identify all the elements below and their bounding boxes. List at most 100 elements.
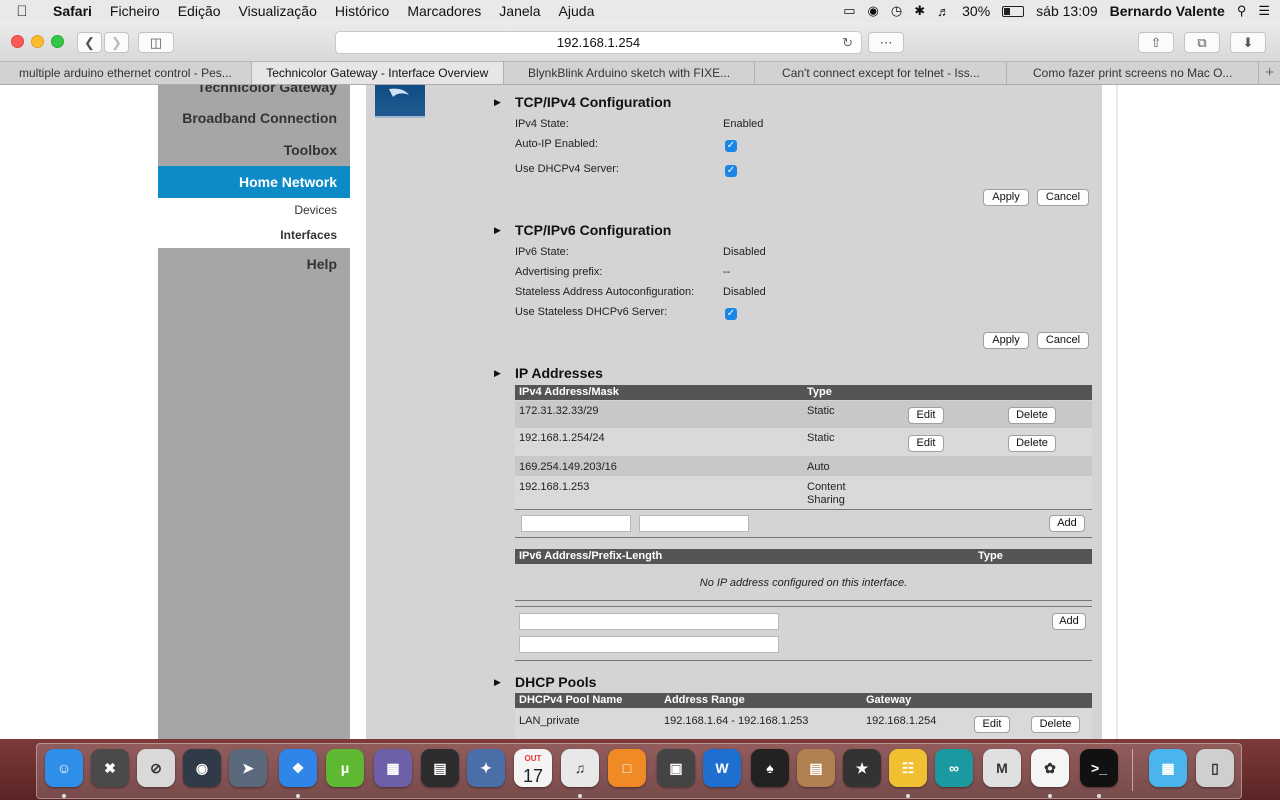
battery-icon[interactable] <box>1002 5 1025 17</box>
tab-telnet[interactable]: Can't connect except for telnet - Iss... <box>755 62 1008 84</box>
tab-print-screens[interactable]: Como fazer print screens no Mac O... <box>1007 62 1260 84</box>
ipv4-apply-button[interactable]: Apply <box>983 189 1029 206</box>
forward-button[interactable]: ❯ <box>104 32 129 53</box>
ipv4-cancel-button[interactable]: Cancel <box>1037 189 1089 206</box>
column-header-type: Type <box>807 386 832 398</box>
itunes-icon[interactable]: ♫ <box>561 749 599 787</box>
delete-button[interactable]: Delete <box>1031 716 1080 733</box>
menu-ficheiro[interactable]: Ficheiro <box>101 3 169 19</box>
delete-button[interactable]: Delete <box>1008 407 1056 424</box>
safari-icon[interactable]: ❖ <box>279 749 317 787</box>
delete-button[interactable]: Delete <box>1008 435 1056 452</box>
sidebar-item-broadband[interactable]: Broadband Connection <box>182 110 337 126</box>
table-row: 172.31.32.33/29 Static <box>515 401 1092 428</box>
auto-ip-checkbox[interactable]: ✓ <box>725 140 737 152</box>
dhcpv6-checkbox[interactable]: ✓ <box>725 308 737 320</box>
volume-icon[interactable]: ♬ <box>937 4 950 19</box>
dhcpv4-checkbox[interactable]: ✓ <box>725 165 737 177</box>
folder-icon[interactable]: ▦ <box>1149 749 1187 787</box>
menu-marcadores[interactable]: Marcadores <box>398 3 490 19</box>
edit-button[interactable]: Edit <box>908 435 944 452</box>
archive-icon[interactable]: ▤ <box>797 749 835 787</box>
address-range-cell: 192.168.1.64 - 192.168.1.253 <box>664 715 809 727</box>
calendar-icon[interactable]: OUT 17 <box>514 749 552 787</box>
menu-janela[interactable]: Janela <box>490 3 549 19</box>
time-machine-icon[interactable]: ◷ <box>891 3 902 19</box>
reload-icon[interactable]: ↻ <box>842 32 853 53</box>
new-ipv6-prefix-input[interactable] <box>519 636 779 653</box>
airplay-icon[interactable]: ▭ <box>843 3 855 19</box>
preview-icon[interactable]: ✦ <box>467 749 505 787</box>
top-sites-button[interactable]: ⋯ <box>868 32 904 53</box>
back-button[interactable]: ❮ <box>77 32 102 53</box>
close-window-button[interactable] <box>11 35 24 48</box>
ipv6-apply-button[interactable]: Apply <box>983 332 1029 349</box>
menu-edicao[interactable]: Edição <box>169 3 230 19</box>
expand-arrow-icon[interactable]: ▶ <box>494 225 501 236</box>
tab-arduino-ethernet[interactable]: multiple arduino ethernet control - Pes.… <box>0 62 252 84</box>
stickies-icon[interactable]: ☷ <box>889 749 927 787</box>
blocker-icon[interactable]: ⊘ <box>137 749 175 787</box>
address-bar[interactable]: 192.168.1.254 ↻ <box>335 31 862 54</box>
user-name[interactable]: Bernardo Valente <box>1110 3 1225 19</box>
photobooth-icon[interactable]: ▣ <box>657 749 695 787</box>
sidebar-item-toolbox[interactable]: Toolbox <box>284 142 337 158</box>
ibooks-icon[interactable]: □ <box>608 749 646 787</box>
notification-center-icon[interactable]: ☰ <box>1258 3 1270 19</box>
launchpad-icon[interactable]: ➤ <box>229 749 267 787</box>
stack-icon[interactable]: ▦ <box>374 749 412 787</box>
bluetooth-icon[interactable]: ✱ <box>914 3 925 19</box>
gps-icon[interactable]: ✖ <box>91 749 129 787</box>
new-tab-button[interactable]: + <box>1259 62 1280 84</box>
tab-blynkblink[interactable]: BlynkBlink Arduino sketch with FIXE... <box>504 62 756 84</box>
sidebar-item-home-network[interactable]: Home Network <box>158 166 350 198</box>
ipv4-table-header: IPv4 Address/Mask Type <box>515 385 1092 400</box>
expand-arrow-icon[interactable]: ▶ <box>494 368 501 379</box>
menu-ajuda[interactable]: Ajuda <box>550 3 604 19</box>
new-ipv4-mask-input[interactable] <box>639 515 749 532</box>
activity-icon[interactable]: ▤ <box>421 749 459 787</box>
new-ipv6-address-input[interactable] <box>519 613 779 630</box>
menu-safari[interactable]: Safari <box>44 3 101 19</box>
new-ipv4-address-input[interactable] <box>521 515 631 532</box>
sidebar-toggle-button[interactable]: ◫ <box>138 32 174 53</box>
sidebar-item-help[interactable]: Help <box>307 256 337 272</box>
wifi-diag-icon[interactable]: ◉ <box>183 749 221 787</box>
battery-percent[interactable]: 30% <box>962 3 990 19</box>
ipv4-section-title: TCP/IPv4 Configuration <box>515 94 672 110</box>
downloads-button[interactable]: ⬇ <box>1230 32 1266 53</box>
ipv6-add-button[interactable]: Add <box>1052 613 1086 630</box>
ipv6-cancel-button[interactable]: Cancel <box>1037 332 1089 349</box>
trash-icon[interactable]: ▯ <box>1196 749 1234 787</box>
ipv4-add-button[interactable]: Add <box>1049 515 1085 532</box>
pkr-icon[interactable]: ♠ <box>751 749 789 787</box>
fullscreen-window-button[interactable] <box>51 35 64 48</box>
tab-technicolor-gateway[interactable]: Technicolor Gateway - Interface Overview <box>251 62 504 84</box>
menu-visualizacao[interactable]: Visualização <box>230 3 326 19</box>
expand-arrow-icon[interactable]: ▶ <box>494 677 501 688</box>
minimize-window-button[interactable] <box>31 35 44 48</box>
edit-button[interactable]: Edit <box>974 716 1010 733</box>
mamp-icon[interactable]: M <box>983 749 1021 787</box>
edit-button[interactable]: Edit <box>908 407 944 424</box>
apple-menu-icon[interactable]:  <box>0 3 44 20</box>
sidebar-item-devices[interactable]: Devices <box>158 198 350 223</box>
wifi-icon[interactable]: ◉ <box>868 3 879 19</box>
arduino-icon[interactable]: ∞ <box>935 749 973 787</box>
terminal-icon[interactable]: >_ <box>1080 749 1118 787</box>
imovie-icon[interactable]: ★ <box>843 749 881 787</box>
column-header-address-range: Address Range <box>664 694 745 706</box>
sidebar-item-technicolor-gateway[interactable]: Technicolor Gateway <box>197 85 337 95</box>
sidebar-item-interfaces[interactable]: Interfaces <box>158 223 350 248</box>
expand-arrow-icon[interactable]: ▶ <box>494 97 501 108</box>
spotlight-search-icon[interactable]: ⚲ <box>1237 3 1247 19</box>
clock[interactable]: sáb 13:09 <box>1036 3 1098 19</box>
share-button[interactable]: ⇧ <box>1138 32 1174 53</box>
tab-overview-button[interactable]: ⧉ <box>1184 32 1220 53</box>
photos-icon[interactable]: ✿ <box>1031 749 1069 787</box>
finder-icon[interactable]: ☺ <box>45 749 83 787</box>
tab-bar: multiple arduino ethernet control - Pes.… <box>0 62 1280 85</box>
utorrent-icon[interactable]: μ <box>326 749 364 787</box>
menu-historico[interactable]: Histórico <box>326 3 398 19</box>
word-icon[interactable]: W <box>703 749 741 787</box>
